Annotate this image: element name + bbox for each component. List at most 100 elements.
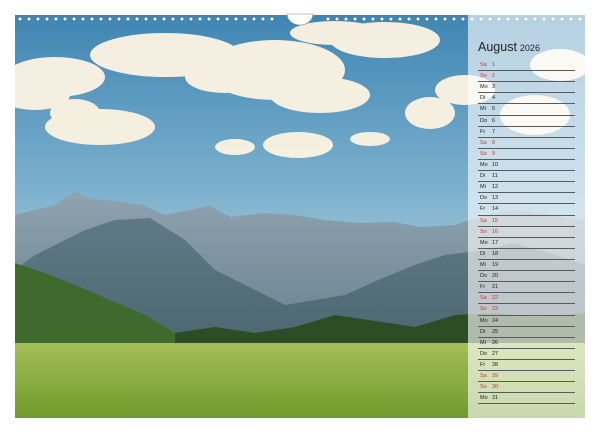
day-row: So 16	[478, 227, 575, 238]
day-number: 13	[492, 195, 499, 202]
day-number: 15	[492, 217, 499, 224]
weekday-label: So	[480, 306, 487, 313]
day-row: Sa 22	[478, 293, 575, 305]
weekday-label: Di	[480, 328, 486, 335]
weekday-label: So	[480, 73, 487, 80]
day-row: Sa 29	[478, 371, 575, 383]
weekday-label: Sa	[480, 139, 487, 146]
day-number: 22	[492, 295, 499, 302]
weekday-label: Di	[480, 95, 486, 102]
day-number: 23	[492, 306, 499, 313]
day-number: 12	[492, 184, 499, 191]
weekday-label: Do	[480, 117, 488, 124]
day-number: 30	[492, 384, 499, 391]
weekday-label: Fr	[480, 284, 486, 291]
day-number: 26	[492, 339, 499, 346]
day-number: 8	[492, 139, 496, 146]
day-number: 1	[492, 62, 496, 68]
day-row: Fr 7	[478, 127, 575, 138]
weekday-label: Mo	[480, 395, 488, 402]
weekday-label: Mo	[480, 84, 488, 91]
calendar-panel: August 2026 Sa 1 So 2 Mo 3 Di 4 Mi 5 Do 6 Fr 7 Sa 8 So 9 Mo…	[468, 15, 585, 418]
day-row: Di 11	[478, 171, 575, 183]
weekday-label: Sa	[480, 62, 487, 68]
weekday-label: Do	[480, 273, 488, 280]
weekday-label: Mi	[480, 261, 486, 268]
day-number: 16	[492, 228, 499, 235]
day-row: Mo 10	[478, 160, 575, 172]
weekday-label: Di	[480, 173, 486, 180]
day-row: So 2	[478, 71, 575, 83]
day-number: 29	[492, 373, 499, 380]
day-number: 2	[492, 73, 496, 80]
day-number: 5	[492, 106, 496, 113]
day-row: Sa 1	[478, 60, 575, 72]
day-row: Sa 8	[478, 138, 575, 149]
weekday-label: Mi	[480, 184, 486, 191]
day-row: Fr 21	[478, 282, 575, 294]
day-number: 17	[492, 239, 499, 246]
day-row: Do 20	[478, 271, 575, 283]
weekday-label: Mi	[480, 339, 486, 346]
day-row: Mo 31	[478, 393, 575, 405]
weekday-label: Di	[480, 250, 486, 257]
day-row: Mi 12	[478, 182, 575, 194]
weekday-label: Sa	[480, 373, 487, 380]
day-row: So 23	[478, 304, 575, 316]
day-row: Do 6	[478, 116, 575, 127]
day-number: 20	[492, 273, 499, 280]
weekday-label: Sa	[480, 217, 487, 224]
day-row: Mo 24	[478, 316, 575, 327]
weekday-label: So	[480, 150, 487, 157]
weekday-label: Mo	[480, 161, 488, 168]
day-row: Mi 19	[478, 260, 575, 272]
day-row: Fr 28	[478, 360, 575, 372]
day-row: So 30	[478, 382, 575, 394]
day-number: 6	[492, 117, 496, 124]
day-number: 7	[492, 128, 496, 135]
weekday-label: Fr	[480, 206, 486, 213]
weekday-label: Fr	[480, 128, 486, 135]
day-row: Sa 15	[478, 216, 575, 227]
day-row: Di 4	[478, 93, 575, 105]
weekday-label: Mo	[480, 317, 488, 324]
day-row: Mi 5	[478, 104, 575, 116]
day-number: 21	[492, 284, 499, 291]
day-number: 24	[492, 317, 499, 324]
day-row: Di 18	[478, 249, 575, 260]
day-number: 9	[492, 150, 496, 157]
weekday-label: Mo	[480, 239, 488, 246]
weekday-label: Do	[480, 350, 488, 357]
calendar-page: August 2026 Sa 1 So 2 Mo 3 Di 4 Mi 5 Do 6 Fr 7 Sa 8 So 9 Mo…	[0, 0, 600, 432]
weekday-label: Mi	[480, 106, 486, 113]
year-label: 2026	[519, 43, 540, 53]
day-row: Do 27	[478, 349, 575, 360]
weekday-label: Do	[480, 195, 488, 202]
day-number: 4	[492, 95, 496, 102]
day-number: 10	[492, 161, 499, 168]
weekday-label: So	[480, 384, 487, 391]
day-row: Fr 14	[478, 204, 575, 216]
month-name: August	[478, 40, 517, 54]
day-number: 19	[492, 261, 499, 268]
day-row: Mi 26	[478, 338, 575, 349]
month-title: August 2026	[478, 40, 540, 54]
day-number: 3	[492, 84, 496, 91]
day-number: 25	[492, 328, 499, 335]
day-number: 28	[492, 361, 499, 368]
day-row: Di 25	[478, 327, 575, 338]
weekday-label: Sa	[480, 295, 487, 302]
day-row: Do 13	[478, 193, 575, 205]
weekday-label: So	[480, 228, 487, 235]
day-row: Mo 3	[478, 82, 575, 94]
weekday-label: Fr	[480, 361, 486, 368]
day-row: Mo 17	[478, 238, 575, 249]
day-row: So 9	[478, 149, 575, 160]
hanger-hole-icon	[286, 13, 314, 26]
day-number: 18	[492, 250, 499, 257]
day-list: Sa 1 So 2 Mo 3 Di 4 Mi 5 Do 6 Fr 7 Sa 8 So 9 Mo 10 Di 11 Mi 12 D…	[478, 60, 575, 405]
day-number: 27	[492, 350, 499, 357]
day-number: 14	[492, 206, 499, 213]
day-number: 11	[492, 173, 498, 180]
day-number: 31	[492, 395, 499, 402]
